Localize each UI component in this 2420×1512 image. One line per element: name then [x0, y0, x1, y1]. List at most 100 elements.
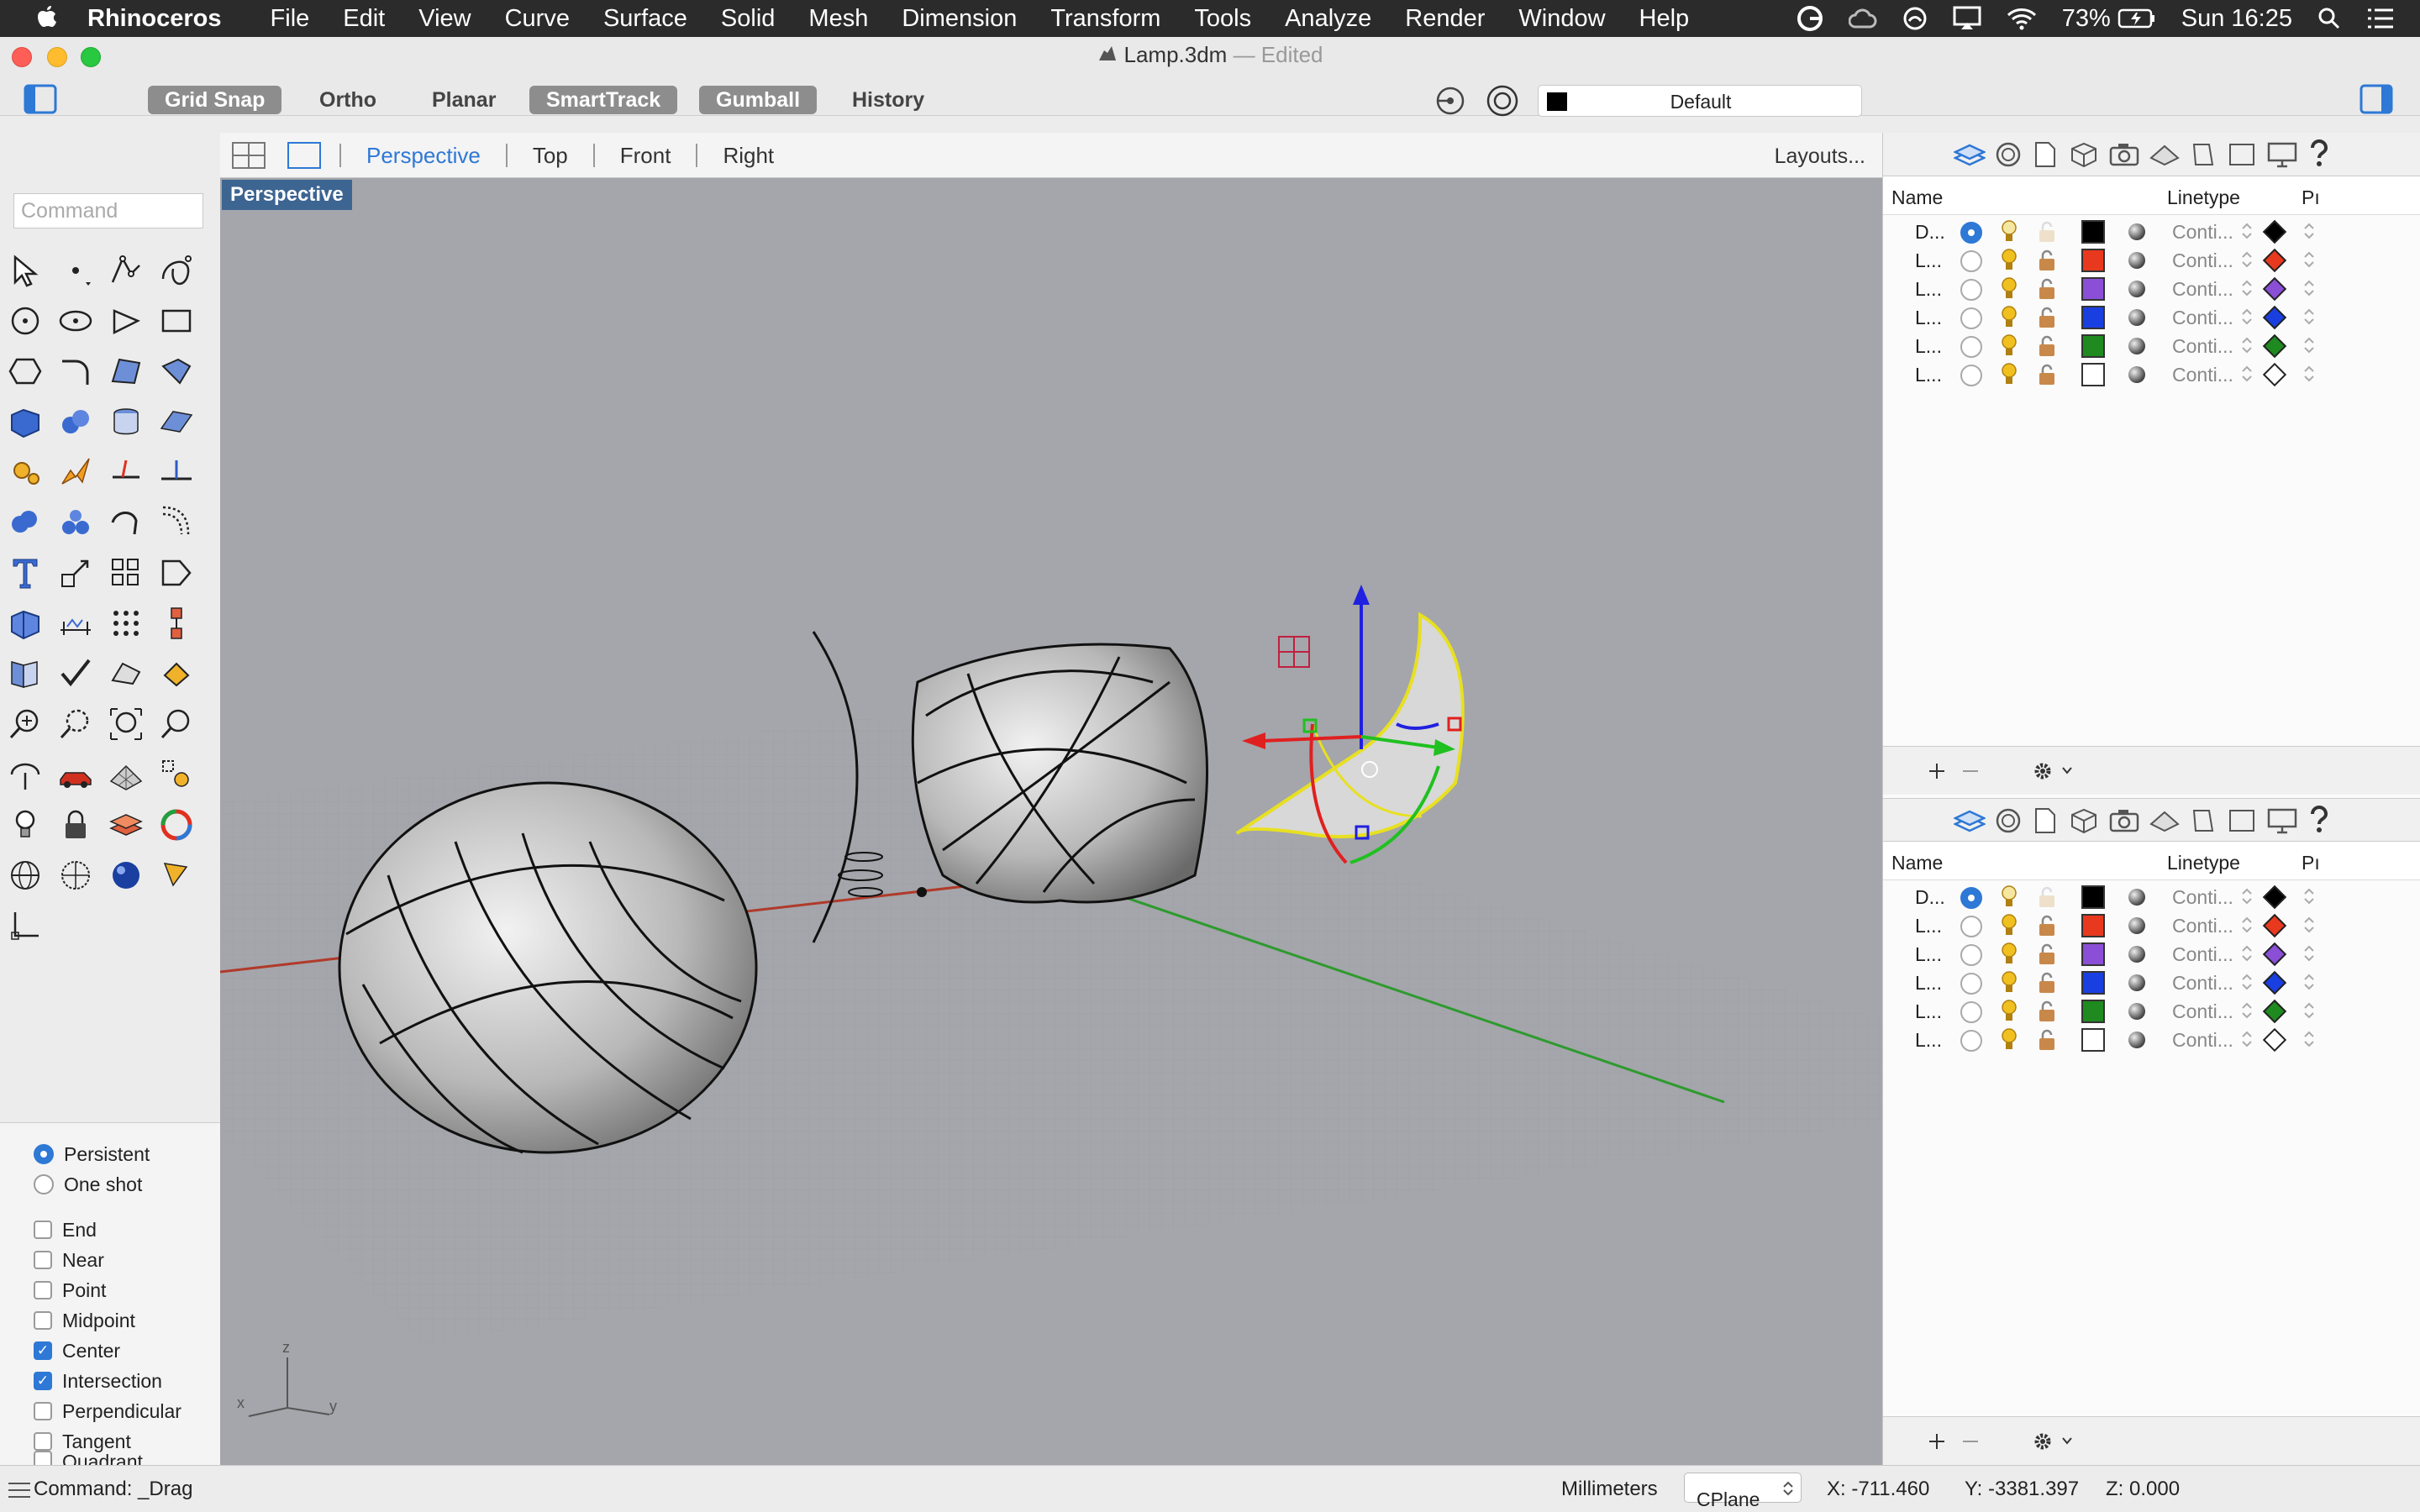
layer-options-gear-icon[interactable]: [2026, 757, 2081, 785]
display-tab-icon[interactable]: [1994, 141, 2023, 168]
column-print-2[interactable]: Pı: [2302, 852, 2320, 874]
osnap-end[interactable]: End: [34, 1215, 97, 1244]
print-color-swatch[interactable]: [2262, 333, 2287, 359]
lock-icon[interactable]: [2038, 334, 2056, 358]
layer-linetype[interactable]: Conti...: [2172, 886, 2233, 909]
layer-name[interactable]: L...: [1915, 278, 1942, 301]
persistent-radio[interactable]: [34, 1144, 54, 1164]
paint-bucket-icon[interactable]: [158, 655, 195, 692]
gumball-axes-icon[interactable]: [7, 907, 44, 944]
cylinder-solid-icon[interactable]: [108, 403, 145, 440]
lamp-object-left[interactable]: [338, 781, 758, 1154]
chevron-updown-icon[interactable]: [2303, 307, 2315, 326]
toggle-planar[interactable]: Planar: [415, 86, 513, 114]
current-layer-radio[interactable]: [1960, 365, 1982, 386]
lock-icon[interactable]: [2038, 885, 2056, 909]
current-layer-radio[interactable]: [1960, 1030, 1982, 1052]
light-bulb-icon[interactable]: [1999, 1026, 2019, 1052]
light-bulb-icon[interactable]: [1999, 361, 2019, 386]
layer-row-2[interactable]: L... Conti...: [1883, 939, 2420, 968]
color-wheel-icon[interactable]: [158, 806, 195, 843]
mesh-grid-icon[interactable]: [108, 756, 145, 793]
menu-transform[interactable]: Transform: [1050, 5, 1160, 33]
print-color-swatch[interactable]: [2262, 970, 2287, 995]
osnap-center[interactable]: ✓ Center: [34, 1336, 120, 1365]
help-tab-icon[interactable]: [2308, 139, 2330, 168]
chevron-updown-icon[interactable]: [2303, 944, 2315, 963]
viewport-label[interactable]: Perspective: [222, 180, 352, 210]
layer-color-swatch[interactable]: [2081, 220, 2105, 244]
menu-curve[interactable]: Curve: [505, 5, 570, 33]
lock-icon[interactable]: [57, 806, 94, 843]
chevron-updown-icon[interactable]: [2241, 916, 2253, 934]
current-layer-radio[interactable]: [1960, 973, 1982, 995]
chevron-updown-icon[interactable]: [2303, 250, 2315, 269]
menu-dimension[interactable]: Dimension: [902, 5, 1017, 33]
layer-name[interactable]: L...: [1915, 943, 1942, 966]
object-properties-icon[interactable]: [158, 756, 195, 793]
column-name[interactable]: Name: [1891, 186, 1943, 209]
layer-name[interactable]: L...: [1915, 1029, 1942, 1052]
explode-icon[interactable]: [57, 454, 94, 491]
layer-row-2[interactable]: L... Conti...: [1883, 996, 2420, 1025]
material-icon[interactable]: [2128, 366, 2145, 383]
lamp-object-middle[interactable]: [911, 643, 1208, 904]
layer-color-swatch[interactable]: [2081, 334, 2105, 358]
notification-center-icon[interactable]: [2366, 8, 2395, 29]
chevron-updown-icon[interactable]: [2241, 1001, 2253, 1020]
end-checkbox[interactable]: [34, 1221, 52, 1239]
current-layer-radio[interactable]: [1960, 336, 1982, 358]
paint-icon[interactable]: [158, 857, 195, 894]
layer-linetype[interactable]: Conti...: [2172, 1029, 2233, 1052]
layer-name[interactable]: D...: [1915, 886, 1945, 909]
light-bulb-icon[interactable]: [1999, 884, 2019, 909]
toggle-history[interactable]: History: [835, 86, 941, 114]
layer-color-swatch[interactable]: [2081, 277, 2105, 301]
rotate-curve-icon[interactable]: [108, 504, 145, 541]
apple-icon[interactable]: [34, 4, 59, 33]
current-layer-radio[interactable]: [1960, 279, 1982, 301]
current-layer-radio[interactable]: [1960, 916, 1982, 937]
print-color-swatch[interactable]: [2262, 999, 2287, 1024]
camera-tab-icon-2[interactable]: [2108, 807, 2140, 834]
menu-solid[interactable]: Solid: [721, 5, 776, 33]
print-color-swatch[interactable]: [2262, 219, 2287, 244]
menu-file[interactable]: File: [271, 5, 310, 33]
zoom-icon[interactable]: [158, 706, 195, 743]
material-icon[interactable]: [2128, 223, 2145, 240]
layer-options-gear-icon-2[interactable]: [2026, 1427, 2081, 1456]
zoom-window-icon[interactable]: [57, 706, 94, 743]
four-view-layout-icon[interactable]: [230, 140, 267, 171]
block-icon[interactable]: [158, 605, 195, 642]
light-bulb-icon[interactable]: [1999, 941, 2019, 966]
quadrant-checkbox[interactable]: [34, 1451, 52, 1466]
layout-tab-icon-2[interactable]: [2228, 807, 2256, 834]
lock-icon[interactable]: [2038, 1028, 2056, 1052]
texture-tab-icon[interactable]: [2149, 141, 2181, 168]
material-icon[interactable]: [2128, 1003, 2145, 1020]
toggle-grid-snap[interactable]: Grid Snap: [148, 86, 282, 114]
layer-icon[interactable]: [108, 806, 145, 843]
surface-analysis-icon[interactable]: [7, 655, 44, 692]
toggle-gumball[interactable]: Gumball: [699, 86, 818, 114]
monitor-tab-icon[interactable]: [2266, 141, 2298, 168]
circle-icon[interactable]: [7, 302, 44, 339]
current-layer-radio[interactable]: [1960, 944, 1982, 966]
mesh-plane-icon[interactable]: [158, 403, 195, 440]
column-print[interactable]: Pı: [2302, 186, 2320, 209]
sync-icon[interactable]: [1902, 6, 1928, 31]
perpendicular-checkbox[interactable]: [34, 1402, 52, 1420]
units-label[interactable]: Millimeters: [1561, 1478, 1658, 1501]
material-icon[interactable]: [2128, 974, 2145, 991]
menu-render[interactable]: Render: [1405, 5, 1485, 33]
curve-icon[interactable]: [158, 252, 195, 289]
camera-tab-icon[interactable]: [2108, 141, 2140, 168]
tab-front[interactable]: Front: [595, 143, 698, 167]
layer-linetype[interactable]: Conti...: [2172, 221, 2233, 244]
rotate-view-icon[interactable]: [7, 756, 44, 793]
osnap-oneshot-option[interactable]: One shot: [34, 1170, 142, 1199]
light-bulb-icon[interactable]: [1999, 969, 2019, 995]
layer-row[interactable]: D... Conti...: [1883, 217, 2420, 245]
print-color-swatch[interactable]: [2262, 885, 2287, 910]
chevron-updown-icon[interactable]: [2241, 336, 2253, 354]
